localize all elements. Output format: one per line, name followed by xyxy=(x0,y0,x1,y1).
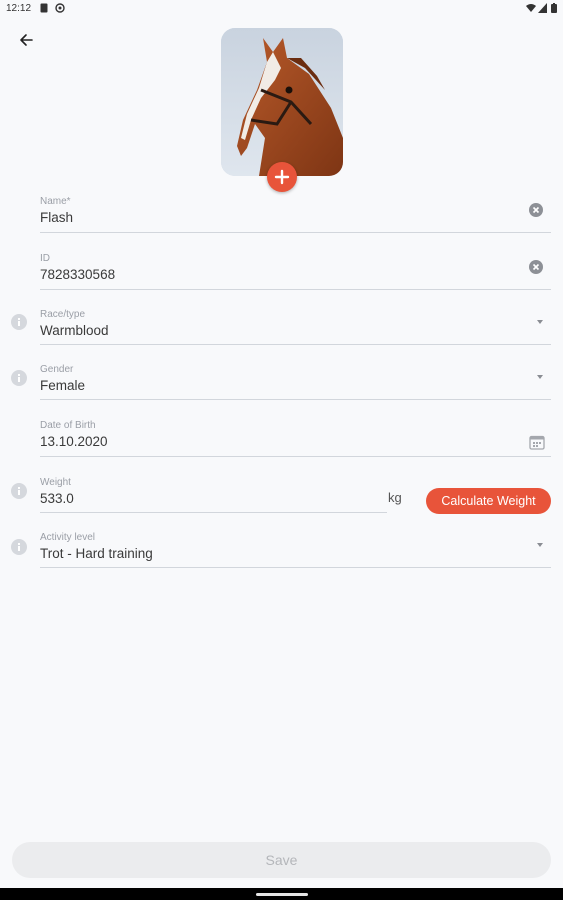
back-button[interactable] xyxy=(14,30,38,50)
home-handle[interactable] xyxy=(256,893,308,896)
weight-unit: kg xyxy=(388,490,402,505)
name-label: Name* xyxy=(40,196,71,207)
weight-value[interactable]: 533.0 xyxy=(40,491,74,506)
clear-icon[interactable] xyxy=(529,260,543,279)
dropdown-icon[interactable] xyxy=(537,543,543,547)
plus-icon xyxy=(274,169,290,185)
calendar-icon[interactable] xyxy=(529,434,545,455)
name-value[interactable]: Flash xyxy=(40,210,73,225)
name-field[interactable]: Name* Flash xyxy=(40,196,551,233)
sim-icon xyxy=(40,3,48,16)
activity-level-label: Activity level xyxy=(40,532,96,543)
save-button[interactable]: Save xyxy=(12,842,551,878)
info-icon[interactable] xyxy=(11,314,27,330)
date-of-birth-field[interactable]: Date of Birth 13.10.2020 xyxy=(40,420,551,457)
dob-label: Date of Birth xyxy=(40,420,96,431)
status-bar: 12:12 xyxy=(0,0,563,18)
gender-label: Gender xyxy=(40,364,74,375)
race-type-value: Warmblood xyxy=(40,323,109,338)
info-icon[interactable] xyxy=(11,370,27,386)
id-value[interactable]: 7828330568 xyxy=(40,267,115,282)
info-icon[interactable] xyxy=(11,539,27,555)
dob-value[interactable]: 13.10.2020 xyxy=(40,434,108,449)
wifi-icon xyxy=(526,3,536,16)
arrow-left-icon xyxy=(20,34,33,46)
vpn-icon xyxy=(55,3,65,16)
id-label: ID xyxy=(40,253,50,264)
clear-icon[interactable] xyxy=(529,203,543,222)
id-field[interactable]: ID 7828330568 xyxy=(40,253,551,290)
battery-icon xyxy=(551,3,557,16)
race-type-select[interactable]: Race/type Warmblood xyxy=(40,309,551,345)
race-type-label: Race/type xyxy=(40,309,86,320)
status-time: 12:12 xyxy=(6,3,32,14)
horse-image xyxy=(221,28,343,176)
weight-field[interactable]: Weight 533.0 xyxy=(40,477,387,513)
dropdown-icon[interactable] xyxy=(537,320,543,324)
gender-value: Female xyxy=(40,378,86,393)
activity-level-select[interactable]: Activity level Trot - Hard training xyxy=(40,532,551,568)
dropdown-icon[interactable] xyxy=(537,375,543,379)
signal-icon xyxy=(538,3,547,16)
calculate-weight-button[interactable]: Calculate Weight xyxy=(426,488,551,514)
add-photo-button[interactable] xyxy=(267,162,297,192)
activity-level-value: Trot - Hard training xyxy=(40,546,153,561)
weight-label: Weight xyxy=(40,477,71,488)
info-icon[interactable] xyxy=(11,483,27,499)
gender-select[interactable]: Gender Female xyxy=(40,364,551,400)
horse-photo[interactable] xyxy=(221,28,343,176)
